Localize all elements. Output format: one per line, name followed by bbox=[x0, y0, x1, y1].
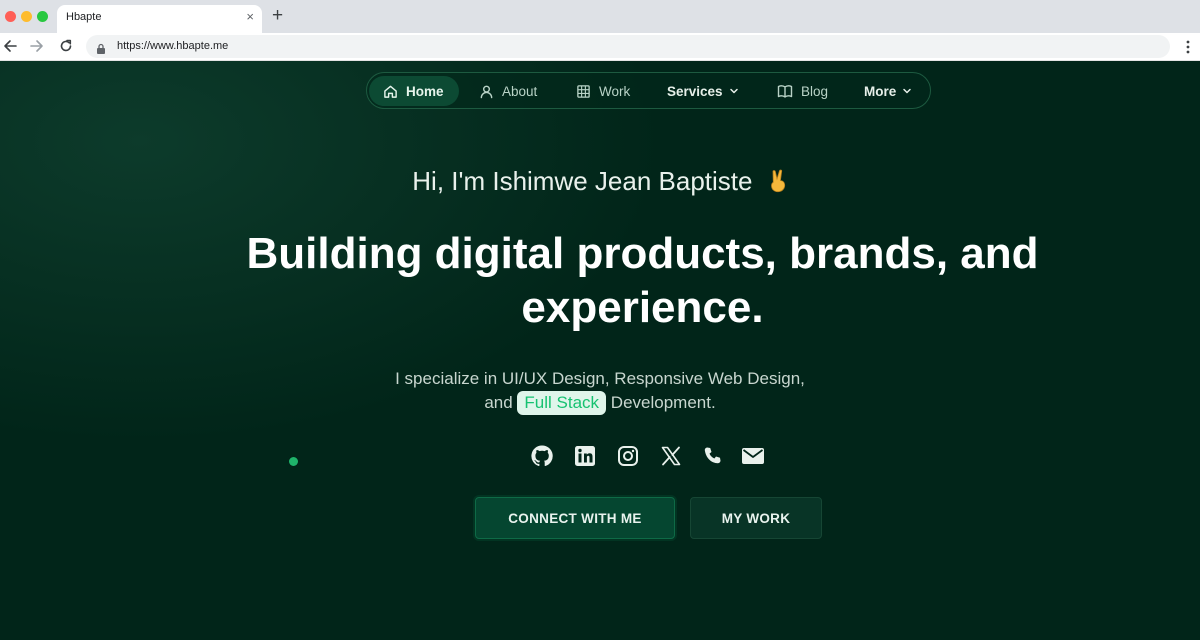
phone-link[interactable] bbox=[700, 443, 726, 469]
linkedin-icon bbox=[575, 446, 595, 466]
browser-toolbar: https://www.hbapte.me bbox=[0, 33, 1200, 61]
nav-label-about: About bbox=[502, 83, 538, 99]
social-links bbox=[529, 443, 769, 469]
nav-label-work: Work bbox=[599, 83, 631, 99]
nav-item-home[interactable]: Home bbox=[369, 76, 459, 106]
email-link[interactable] bbox=[740, 443, 766, 469]
book-open-icon bbox=[777, 84, 793, 98]
description-and: and bbox=[484, 393, 513, 412]
nav-label-home: Home bbox=[406, 83, 444, 99]
lock-icon bbox=[96, 41, 106, 59]
x-icon bbox=[661, 446, 681, 466]
back-arrow-icon[interactable] bbox=[1, 37, 19, 55]
description-line-1: I specialize in UI/UX Design, Responsive… bbox=[395, 369, 805, 388]
chevron-down-icon bbox=[903, 88, 912, 94]
connect-with-me-button[interactable]: CONNECT WITH ME bbox=[475, 497, 675, 539]
nav-label-blog: Blog bbox=[801, 83, 829, 99]
page-viewport: Home About Work Services Blog More Hi, I… bbox=[0, 61, 1200, 640]
nav-label-services: Services bbox=[667, 83, 723, 99]
instagram-icon bbox=[618, 446, 638, 466]
mail-icon bbox=[742, 448, 764, 464]
greeting-text: Hi, I'm Ishimwe Jean Baptiste bbox=[412, 166, 753, 196]
full-stack-highlight: Full Stack bbox=[517, 391, 607, 415]
user-icon bbox=[480, 85, 493, 98]
linkedin-link[interactable] bbox=[572, 443, 598, 469]
nav-item-more[interactable]: More bbox=[864, 76, 912, 106]
github-icon bbox=[531, 445, 553, 467]
main-navigation: Home About Work Services Blog More bbox=[366, 72, 931, 109]
hero-description: I specialize in UI/UX Design, Responsive… bbox=[0, 367, 1200, 415]
tab-close-icon[interactable]: × bbox=[246, 9, 254, 25]
forward-arrow-icon[interactable] bbox=[28, 37, 46, 55]
hero-headline: Building digital products, brands, and e… bbox=[246, 229, 1039, 332]
url-text: https://www.hbapte.me bbox=[117, 40, 229, 52]
grid-icon bbox=[577, 84, 590, 98]
description-line-2: and Full Stack Development. bbox=[0, 391, 1200, 415]
nav-item-about[interactable]: About bbox=[479, 76, 537, 106]
tab-title: Hbapte bbox=[66, 11, 102, 23]
chevron-down-icon bbox=[729, 88, 738, 94]
hero-greeting: Hi, I'm Ishimwe Jean Baptiste bbox=[0, 165, 1200, 200]
nav-item-services[interactable]: Services bbox=[667, 76, 739, 106]
phone-icon bbox=[704, 447, 721, 464]
window-maximize-button[interactable] bbox=[37, 11, 48, 22]
nav-label-more: More bbox=[864, 83, 897, 99]
my-work-button[interactable]: MY WORK bbox=[690, 497, 822, 539]
window-close-button[interactable] bbox=[5, 11, 16, 22]
browser-tab-bar: Hbapte × + bbox=[0, 0, 1200, 33]
address-bar[interactable]: https://www.hbapte.me bbox=[86, 35, 1170, 58]
reload-icon[interactable] bbox=[57, 37, 75, 55]
github-link[interactable] bbox=[529, 443, 555, 469]
window-minimize-button[interactable] bbox=[21, 11, 32, 22]
instagram-link[interactable] bbox=[615, 443, 641, 469]
victory-hand-icon bbox=[768, 168, 788, 200]
new-tab-button[interactable]: + bbox=[272, 6, 283, 26]
x-link[interactable] bbox=[658, 443, 684, 469]
description-end: Development. bbox=[610, 393, 716, 412]
browser-menu-icon[interactable] bbox=[1181, 38, 1195, 56]
home-icon bbox=[384, 85, 397, 98]
browser-tab[interactable]: Hbapte × bbox=[57, 5, 262, 33]
decorative-dot bbox=[289, 457, 298, 466]
nav-item-work[interactable]: Work bbox=[576, 76, 630, 106]
nav-item-blog[interactable]: Blog bbox=[777, 76, 828, 106]
